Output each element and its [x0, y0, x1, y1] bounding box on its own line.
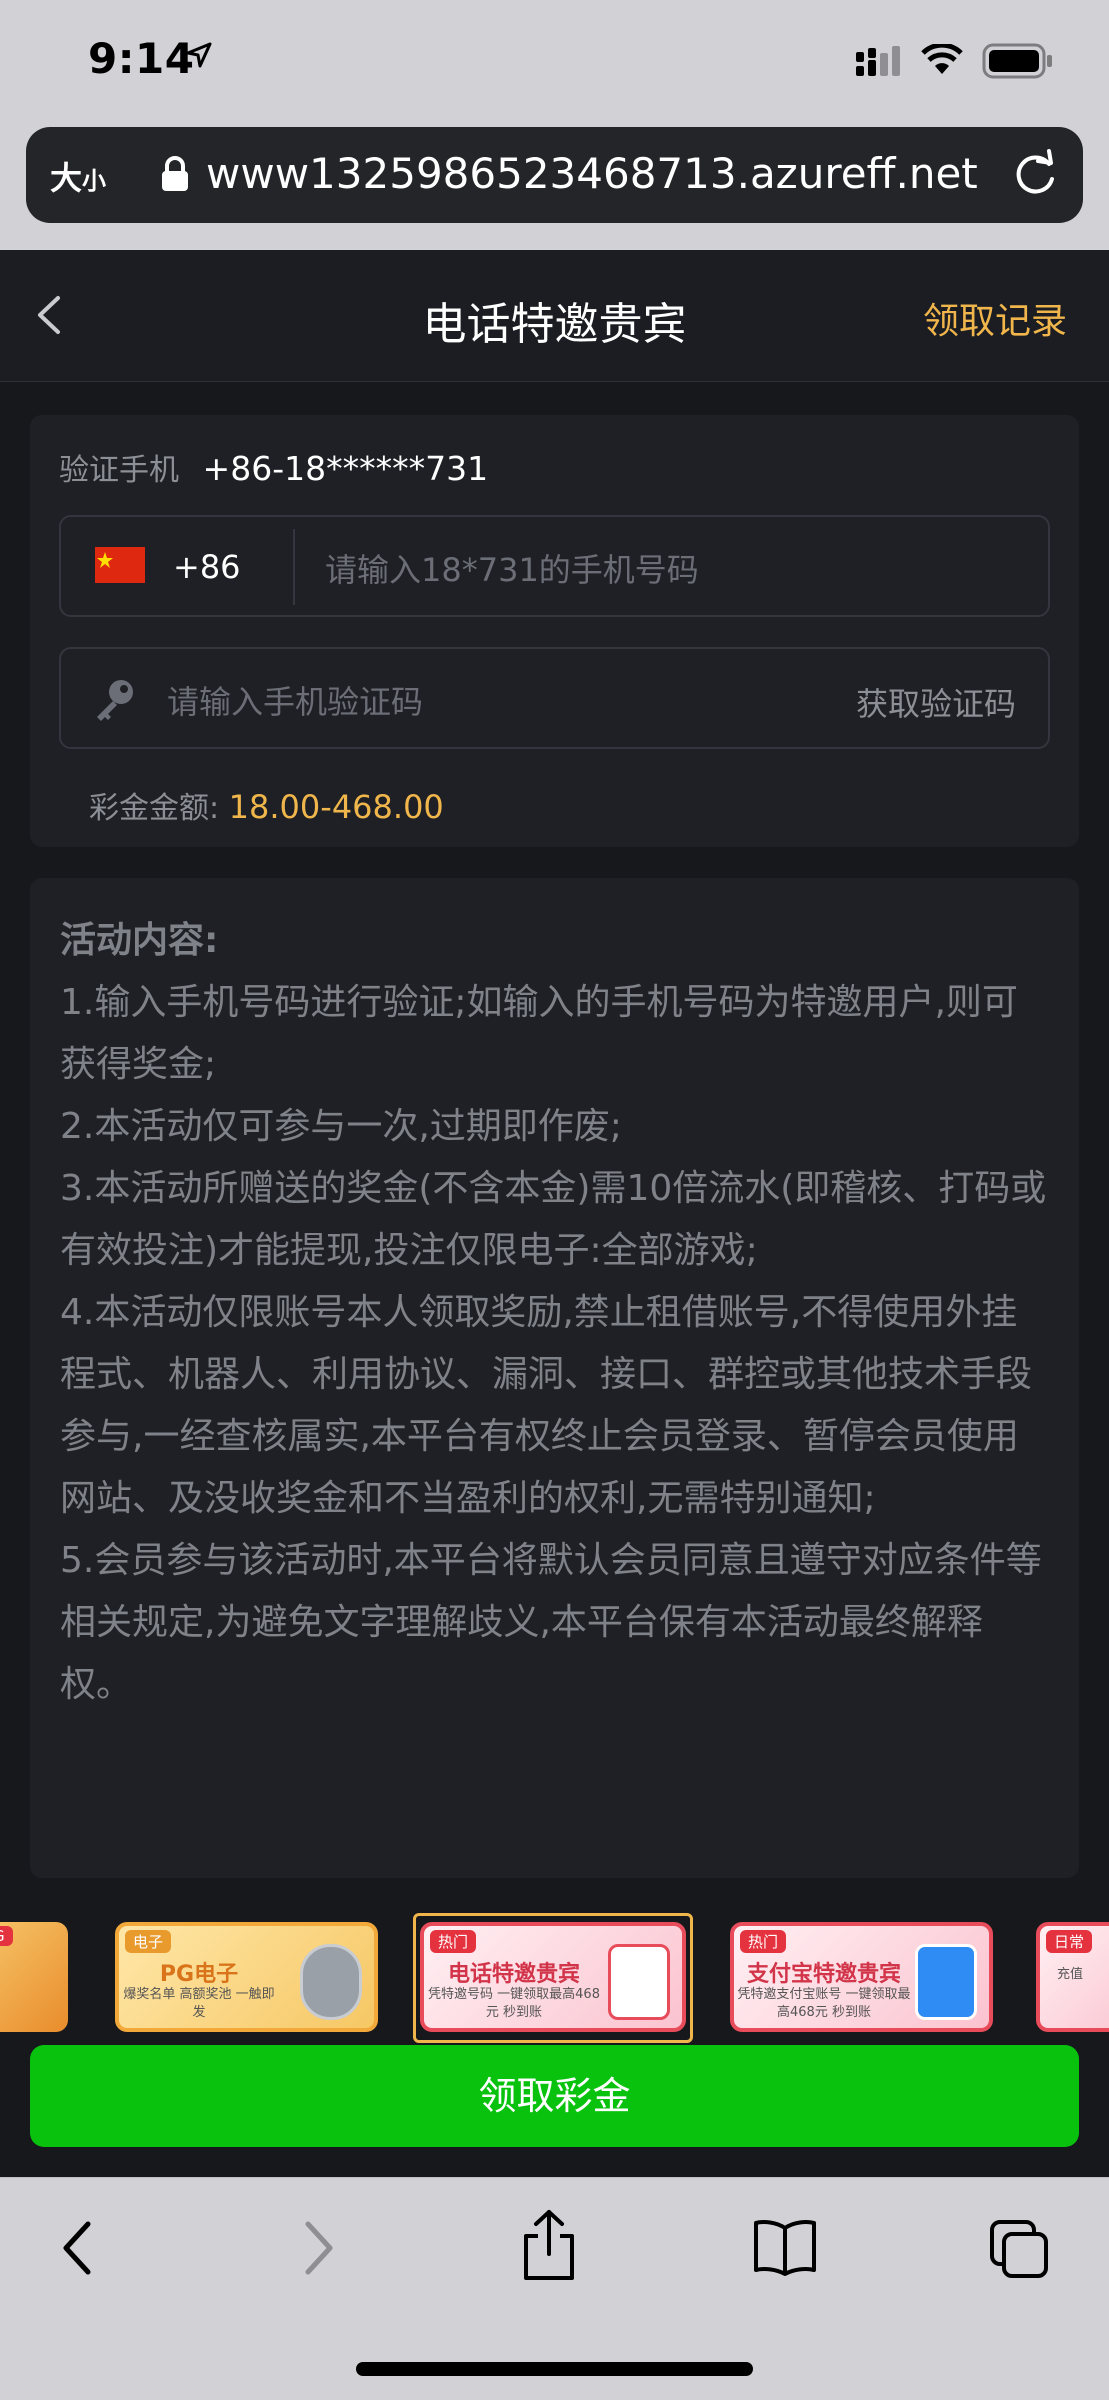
- phone-input[interactable]: 请输入18*731的手机号码: [325, 545, 699, 591]
- verify-number: +86-18******731: [202, 449, 489, 488]
- browser-address-area: 大小 www1325986523468713.azureff.net: [0, 120, 1109, 250]
- nav-bar: 电话特邀贵宾 领取记录: [0, 250, 1109, 382]
- promo-banner[interactable]: 热门 支付宝特邀贵宾 凭特邀支付宝账号 一键领取最高468元 秒到账: [730, 1922, 993, 2032]
- alipay-icon: [915, 1944, 977, 2020]
- share-icon[interactable]: [520, 2208, 578, 2282]
- status-bar: 9:14: [0, 0, 1109, 120]
- bookmarks-icon[interactable]: [752, 2218, 818, 2276]
- rule-item: 5.会员参与该活动时,本平台将默认会员同意且遵守对应条件等相关规定,为避免文字理…: [60, 1540, 1042, 1705]
- status-time: 9:14: [88, 34, 195, 83]
- wifi-icon: [921, 44, 963, 74]
- lock-icon: [162, 156, 188, 191]
- rule-item: 4.本活动仅限账号本人领取奖励,禁止租借账号,不得使用外挂程式、机器人、利用协议…: [60, 1292, 1033, 1519]
- activity-rules: 活动内容: 1.输入手机号码进行验证;如输入的手机号码为特邀用户,则可获得奖金;…: [30, 878, 1079, 1878]
- china-flag-icon[interactable]: [95, 547, 145, 583]
- code-field[interactable]: 请输入手机验证码 获取验证码: [59, 647, 1050, 749]
- bonus-amount-row: 彩金金额: 18.00-468.00: [89, 783, 444, 827]
- rule-item: 2.本活动仅可参与一次,过期即作废;: [60, 1106, 622, 1147]
- rule-item: 1.输入手机号码进行验证;如输入的手机号码为特邀用户,则可获得奖金;: [60, 982, 1018, 1085]
- banner-tag: 热门: [740, 1930, 787, 1953]
- tabs-icon[interactable]: [988, 2218, 1050, 2280]
- bonus-value: 18.00-468.00: [228, 788, 444, 826]
- app-content: 电话特邀贵宾 领取记录 验证手机 +86-18******731 +86 请输入…: [0, 250, 1109, 2177]
- browser-back-icon[interactable]: [58, 2218, 98, 2278]
- banner-tag: PG: [0, 1926, 13, 1946]
- banner-title: 电话特邀贵宾: [447, 1962, 580, 1987]
- verification-code-input[interactable]: 请输入手机验证码: [167, 677, 423, 723]
- url-text[interactable]: www1325986523468713.azureff.net: [206, 149, 978, 198]
- banner-title: 支付宝特邀贵宾: [746, 1962, 901, 1987]
- claim-bonus-button[interactable]: 领取彩金: [30, 2045, 1079, 2147]
- rules-title: 活动内容:: [60, 920, 219, 961]
- mascot-icon: [300, 1944, 362, 2020]
- battery-icon: [982, 43, 1052, 79]
- get-code-button[interactable]: 获取验证码: [856, 679, 1016, 725]
- verify-phone-row: 验证手机 +86-18******731: [59, 445, 488, 489]
- banner-tag: 电子: [125, 1930, 172, 1953]
- claim-record-link[interactable]: 领取记录: [923, 292, 1067, 344]
- browser-forward-icon[interactable]: [298, 2218, 338, 2278]
- key-icon: [97, 680, 133, 721]
- rule-item: 3.本活动所赠送的奖金(不含本金)需10倍流水(即稽核、打码或有效投注)才能提现…: [60, 1168, 1047, 1271]
- banner-tag: 日常: [1046, 1930, 1093, 1953]
- banner-subtitle: 凭特邀号码 一键领取最高468元 秒到账: [428, 1987, 600, 2020]
- promo-banner[interactable]: 电子 PG电子 爆奖名单 高额奖池 一触即发: [115, 1922, 378, 2032]
- promo-banner[interactable]: 日常 充值: [1036, 1922, 1109, 2032]
- reload-icon[interactable]: [1011, 149, 1059, 199]
- banner-tag: 热门: [430, 1930, 477, 1953]
- field-divider: [293, 529, 295, 605]
- country-code[interactable]: +86: [173, 548, 241, 586]
- phone-icon: [608, 1944, 670, 2020]
- banner-title: PG电子: [159, 1962, 239, 1987]
- address-bar[interactable]: 大小 www1325986523468713.azureff.net: [26, 127, 1083, 223]
- home-indicator: [356, 2362, 753, 2376]
- cellular-signal-icon: [856, 46, 900, 76]
- phone-field[interactable]: +86 请输入18*731的手机号码: [59, 515, 1050, 617]
- banner-subtitle: 充值: [1056, 1967, 1083, 1982]
- banner-subtitle: 爆奖名单 高额奖池 一触即发: [123, 1987, 275, 2020]
- banner-subtitle: 凭特邀支付宝账号 一键领取最高468元 秒到账: [737, 1987, 911, 2020]
- verify-label: 验证手机: [59, 453, 179, 488]
- promo-banner[interactable]: 热门 电话特邀贵宾 凭特邀号码 一键领取最高468元 秒到账: [420, 1922, 686, 2032]
- location-arrow-icon: [186, 42, 212, 68]
- promo-banner-carousel[interactable]: PG 电子 PG电子 爆奖名单 高额奖池 一触即发 热门 电话特邀贵宾 凭特邀号…: [0, 1890, 1109, 2070]
- promo-banner[interactable]: PG: [0, 1922, 68, 2032]
- verification-card: 验证手机 +86-18******731 +86 请输入18*731的手机号码 …: [30, 415, 1079, 847]
- bonus-label: 彩金金额:: [89, 791, 220, 826]
- text-size-button[interactable]: 大小: [50, 153, 106, 199]
